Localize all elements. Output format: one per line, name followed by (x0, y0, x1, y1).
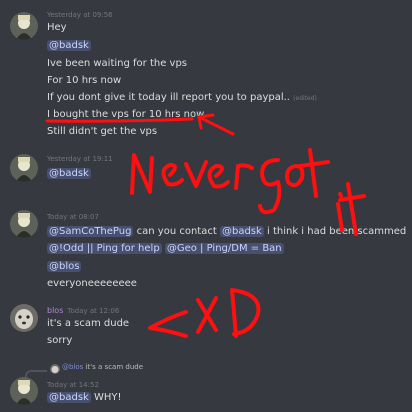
handwriting-stroke (285, 164, 305, 188)
handwriting-stroke (148, 310, 188, 338)
user-mention[interactable]: @SamCoThePug (47, 226, 134, 237)
user-avatar[interactable] (10, 377, 38, 405)
message-text: Hey (47, 22, 67, 33)
role-mention[interactable]: @Geo | Ping/DM = Ban (164, 243, 284, 254)
message-mention-line: @badsk (47, 39, 91, 53)
handwriting-stroke (298, 148, 330, 198)
message-timestamp: Yesterday at 09:56 (47, 11, 113, 19)
message-text: it's a scam dude (47, 318, 130, 329)
message-text: Ive been waiting for the vps (47, 58, 188, 69)
handwriting-stroke (196, 296, 218, 334)
username[interactable]: blos (47, 306, 63, 315)
handwriting-stroke (130, 153, 154, 195)
message-text-edited: If you dont give it today ill report you… (47, 91, 317, 106)
handwriting-stroke (161, 163, 184, 187)
message-timestamp: Today at 08:07 (47, 213, 99, 221)
user-mention[interactable]: @badsk (47, 40, 91, 51)
handwriting-stroke (207, 164, 230, 189)
reply-preview[interactable]: @blos it's a scam dude (62, 363, 143, 371)
handwriting-stroke (234, 163, 254, 190)
handwriting-stroke (230, 288, 261, 338)
message-text: I bought the vps for 10 hrs now. (47, 109, 207, 120)
message-timestamp: Today at 12:06 (67, 307, 120, 315)
role-mention[interactable]: @!Odd || Ping for help (47, 243, 162, 254)
user-mention[interactable]: @blos (62, 363, 83, 371)
user-avatar[interactable] (10, 154, 38, 182)
message-header: blos Today at 12:06 (47, 306, 119, 315)
message-text: For 10 hrs now (47, 75, 122, 86)
user-mention[interactable]: @badsk (47, 168, 91, 179)
edited-tag: (edited) (293, 95, 317, 102)
message-timestamp: Today at 14:52 (47, 381, 99, 389)
handwriting-stroke (184, 160, 208, 188)
message-text: @!Odd || Ping for help @Geo | Ping/DM = … (47, 242, 284, 256)
user-avatar[interactable] (10, 12, 38, 40)
message-text: Still didn't get the vps (47, 126, 158, 137)
message-mention-line: @blos (47, 260, 82, 274)
message-text: sorry (47, 335, 73, 346)
message-timestamp: Yesterday at 19:11 (47, 155, 113, 163)
user-mention[interactable]: @badsk (47, 392, 91, 403)
user-avatar[interactable] (10, 304, 38, 332)
message-text: If you dont give it today ill report you… (47, 92, 290, 103)
user-avatar[interactable] (10, 210, 38, 238)
reply-avatar (50, 364, 60, 374)
message-text: @SamCoThePug can you contact @badsk i th… (47, 226, 407, 237)
message-text: @badsk WHY! (47, 392, 122, 403)
user-mention[interactable]: @blos (47, 261, 82, 272)
handwriting-stroke (258, 158, 282, 215)
message-text: everyoneeeeeeee (47, 278, 137, 289)
message-mention-line: @badsk (47, 167, 91, 181)
user-mention[interactable]: @badsk (219, 226, 264, 237)
